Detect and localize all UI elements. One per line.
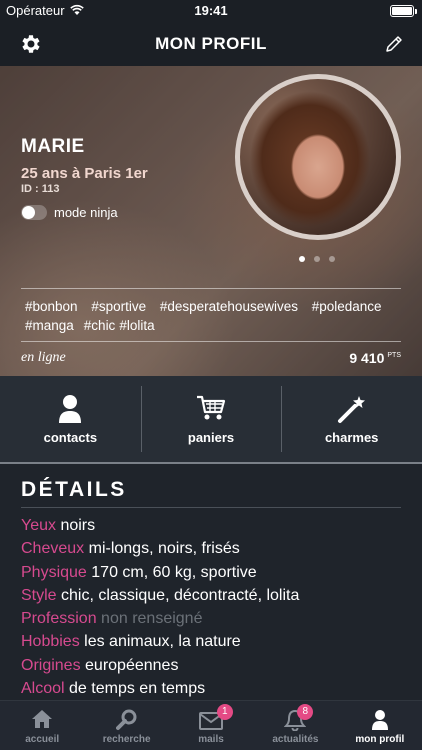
detail-key: Style [21, 586, 57, 604]
pager-dot[interactable] [299, 256, 305, 262]
detail-value: de temps en temps [69, 680, 206, 698]
details-heading: DÉTAILS [21, 478, 127, 501]
tag[interactable]: #bonbon [25, 297, 78, 316]
ninja-mode-toggle[interactable] [21, 205, 47, 220]
detail-row: Alcool de temps en temps [21, 677, 411, 700]
tab-actualites[interactable]: 8 actualités [253, 701, 337, 750]
profile-name: MARIE [21, 136, 85, 157]
detail-value: chic, classique, décontracté, lolita [61, 586, 300, 604]
tab-label: recherche [102, 734, 151, 745]
person-icon [59, 395, 82, 423]
divider [0, 462, 422, 464]
tab-mails[interactable]: 1 mails [169, 701, 253, 750]
tab-label: mails [198, 734, 224, 745]
status-bar: Opérateur 19:41 [0, 0, 422, 22]
pager-dot[interactable] [329, 256, 335, 262]
search-icon [115, 709, 137, 730]
divider [21, 507, 401, 508]
pencil-icon[interactable] [384, 34, 404, 54]
magic-wand-icon [337, 396, 365, 423]
unread-badge: 1 [216, 704, 233, 720]
profile-id: ID : 113 [21, 183, 60, 195]
detail-row: Style chic, classique, décontracté, loli… [21, 584, 411, 607]
toggle-knob [22, 206, 35, 219]
tag[interactable]: #lolita [119, 316, 154, 335]
detail-key: Cheveux [21, 540, 85, 558]
tab-recherche[interactable]: recherche [84, 701, 168, 750]
tab-accueil[interactable]: accueil [0, 701, 84, 750]
detail-value: 170 cm, 60 kg, sportive [91, 563, 257, 581]
detail-row: Physique 170 cm, 60 kg, sportive [21, 561, 411, 584]
profile-hero: MARIE 25 ans à Paris 1er ID : 113 mode n… [0, 66, 422, 376]
tag[interactable]: #sportive [91, 297, 146, 316]
tag[interactable]: #chic [84, 316, 116, 335]
divider [21, 288, 401, 289]
photo-pager[interactable] [299, 256, 335, 262]
detail-row: Hobbies les animaux, la nature [21, 630, 411, 653]
profile-age-city: 25 ans à Paris 1er [21, 165, 148, 182]
nav-header: MON PROFIL [0, 22, 422, 66]
contacts-button[interactable]: contacts [0, 376, 141, 462]
page-title: MON PROFIL [155, 34, 267, 53]
detail-value: les animaux, la nature [84, 633, 241, 651]
detail-key: Profession [21, 610, 97, 628]
cart-icon [197, 395, 226, 420]
points-unit: PTS [387, 352, 401, 360]
detail-key: Physique [21, 563, 87, 581]
points-value: 9 410 [349, 350, 385, 366]
online-status: en ligne [21, 350, 66, 365]
profile-photo [240, 79, 396, 235]
paniers-label: paniers [187, 430, 235, 445]
detail-key: Hobbies [21, 633, 80, 651]
detail-row: Cheveux mi-longs, noirs, frisés [21, 537, 411, 560]
detail-value: européennes [85, 656, 179, 674]
action-row: contacts paniers charmes [0, 376, 422, 462]
tag-list: #bonbon #sportive #desperatehousewives #… [25, 297, 405, 335]
detail-value: non renseigné [101, 610, 203, 628]
contacts-label: contacts [43, 430, 98, 445]
tag[interactable]: #poledance [312, 297, 382, 316]
tab-bar: accueil recherche 1 mails 8 actualités m… [0, 700, 422, 750]
detail-row: Origines européennes [21, 654, 411, 677]
points-count: 9 410 PTS [349, 350, 401, 366]
tab-label: accueil [25, 734, 60, 745]
detail-key: Alcool [21, 680, 65, 698]
battery-icon [390, 5, 417, 17]
detail-key: Origines [21, 656, 81, 674]
pager-dot[interactable] [314, 256, 320, 262]
avatar[interactable] [235, 74, 401, 240]
ninja-mode-label: mode ninja [54, 205, 118, 220]
person-icon [371, 710, 388, 730]
tag[interactable]: #desperatehousewives [160, 297, 298, 316]
detail-row: Yeux noirs [21, 514, 411, 537]
clock: 19:41 [194, 3, 228, 18]
tab-label: actualités [272, 734, 319, 745]
tab-label: mon profil [355, 734, 405, 745]
details-list: Yeux noirs Cheveux mi-longs, noirs, fris… [21, 514, 411, 700]
paniers-button[interactable]: paniers [140, 376, 282, 462]
notification-badge: 8 [297, 704, 314, 720]
home-icon [32, 710, 53, 728]
charmes-button[interactable]: charmes [281, 376, 422, 462]
divider [21, 341, 401, 342]
detail-value: mi-longs, noirs, frisés [88, 540, 240, 558]
tab-mon-profil[interactable]: mon profil [338, 701, 422, 750]
detail-value: noirs [60, 517, 96, 534]
detail-row: Profession non renseigné [21, 607, 411, 630]
charmes-label: charmes [324, 430, 379, 445]
detail-key: Yeux [21, 517, 56, 534]
tag[interactable]: #manga [25, 316, 74, 335]
